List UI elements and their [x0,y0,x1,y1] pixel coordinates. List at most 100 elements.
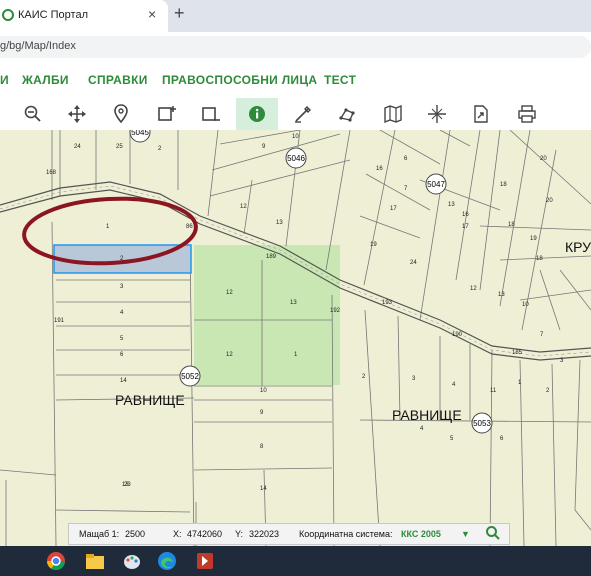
y-label: Y: [235,529,244,539]
svg-text:5052: 5052 [181,372,199,381]
svg-text:86: 86 [186,224,193,230]
cadastral-map[interactable]: 5045 5046 5047 5052 5053 РАВНИЩЕ РАВНИЩЕ… [0,130,591,546]
svg-text:12: 12 [240,204,247,210]
pan-icon [68,105,86,123]
svg-text:13: 13 [498,292,505,298]
paint-icon [124,555,140,569]
svg-text:13: 13 [276,220,283,226]
export-button[interactable] [466,98,496,130]
svg-text:5046: 5046 [287,154,305,163]
taskbar-app[interactable] [190,548,220,574]
svg-text:7: 7 [404,186,408,192]
select-add-button[interactable] [152,98,182,130]
os-taskbar [0,546,591,576]
address-bar: g/bg/Map/Index [0,32,591,62]
svg-text:3: 3 [560,358,564,364]
export-icon [474,105,488,123]
location-pin-icon [114,104,128,124]
map-canvas[interactable]: 5045 5046 5047 5052 5053 РАВНИЩЕ РАВНИЩЕ… [0,130,591,546]
tab-title: КАИС Портал [18,9,89,21]
search-icon [486,526,500,540]
svg-text:1: 1 [518,380,522,386]
taskbar-edge[interactable] [152,548,182,574]
svg-text:2: 2 [158,146,162,152]
block-marker: 5053 [471,412,493,434]
nav-item-references[interactable]: СПРАВКИ [88,73,148,87]
svg-text:18: 18 [536,256,543,262]
svg-text:23: 23 [124,482,131,488]
main-nav: И ЖАЛБИ СПРАВКИ ПРАВОСПОСОБНИ ЛИЦА ТЕСТ [0,62,591,99]
svg-text:3: 3 [120,284,124,290]
pan-button[interactable] [62,98,92,130]
edge-icon [158,552,176,570]
nav-item-test[interactable]: ТЕСТ [324,73,356,87]
svg-text:191: 191 [54,318,65,324]
svg-text:14: 14 [120,378,127,384]
nav-item-prev[interactable]: И [0,73,9,87]
svg-text:5: 5 [120,336,124,342]
svg-text:9: 9 [260,410,264,416]
map-status-bar: Мащаб 1: 2500 X: 4742060 Y: 322023 Коорд… [68,523,510,545]
svg-text:25: 25 [116,144,123,150]
svg-text:10: 10 [292,134,299,140]
svg-text:16: 16 [462,212,469,218]
zoom-out-icon [24,105,41,122]
svg-text:17: 17 [462,224,469,230]
crosshair-button[interactable] [422,98,452,130]
locate-button[interactable] [106,98,136,130]
svg-text:14: 14 [260,486,267,492]
info-button[interactable] [236,98,278,130]
edit-line-button[interactable] [288,98,318,130]
svg-text:12: 12 [226,290,233,296]
url-field[interactable]: g/bg/Map/Index [0,36,591,58]
close-tab-icon[interactable]: × [148,6,156,22]
scale-label: Мащаб 1: [79,529,120,539]
svg-text:4: 4 [420,426,424,432]
nav-item-complaints[interactable]: ЖАЛБИ [22,73,69,87]
crs-select[interactable]: ККС 2005 [401,529,441,539]
crs-label: Координатна система: [299,529,393,539]
taskbar-paint[interactable] [117,548,147,574]
block-marker: 5046 [285,147,307,169]
svg-text:5: 5 [450,436,454,442]
svg-text:13: 13 [448,202,455,208]
svg-text:193: 193 [382,300,393,306]
file-explorer-icon [86,554,104,569]
svg-text:3: 3 [412,376,416,382]
svg-text:11: 11 [490,388,497,394]
taskbar-explorer[interactable] [80,548,110,574]
browser-tab[interactable]: КАИС Портал × [0,0,168,32]
x-coordinate: 4742060 [187,529,223,539]
print-button[interactable] [512,98,542,130]
taskbar-chrome[interactable] [41,548,71,574]
select-remove-button[interactable] [196,98,226,130]
crosshair-icon [428,105,446,123]
scale-value[interactable]: 2500 [125,529,145,539]
map-book-button[interactable] [378,98,408,130]
highlighted-parcels[interactable] [194,245,340,385]
svg-text:20: 20 [546,198,553,204]
block-marker: 5045 [129,130,151,143]
map-toolbar [0,98,591,131]
block-marker: 5052 [179,365,201,387]
svg-text:2: 2 [546,388,550,394]
svg-text:190: 190 [452,332,463,338]
nav-item-legal-persons[interactable]: ПРАВОСПОСОБНИ ЛИЦА [162,73,317,87]
svg-text:18: 18 [508,222,515,228]
y-coordinate: 322023 [249,529,280,539]
search-button[interactable] [485,525,501,543]
measure-button[interactable] [332,98,362,130]
favicon-icon [2,9,14,21]
svg-text:5047: 5047 [427,180,445,189]
svg-text:6: 6 [120,352,124,358]
svg-text:17: 17 [390,206,397,212]
info-icon [249,106,265,122]
svg-text:1: 1 [106,224,110,230]
zoom-out-button[interactable] [18,98,48,130]
svg-text:9: 9 [262,144,266,150]
svg-text:16: 16 [376,166,383,172]
svg-text:10: 10 [260,388,267,394]
new-tab-button[interactable]: + [174,3,185,24]
select-remove-icon [202,107,220,121]
chevron-down-icon[interactable]: ▼ [461,529,470,539]
